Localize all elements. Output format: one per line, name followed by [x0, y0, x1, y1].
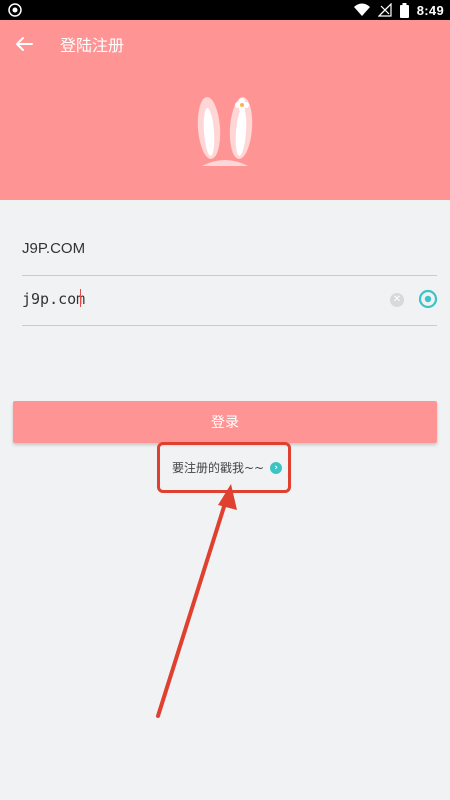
wifi-icon — [353, 3, 370, 16]
password-field[interactable]: ✕ — [22, 276, 438, 326]
bunny-ears-logo — [197, 97, 253, 166]
status-icons: 8:49 — [353, 0, 444, 20]
page-title: 登陆注册 — [60, 36, 125, 55]
header: 登陆注册 — [0, 20, 450, 200]
back-arrow-icon — [16, 37, 33, 51]
signal-icon — [377, 3, 392, 17]
login-button[interactable]: 登录 — [13, 401, 437, 443]
app-notification-icon — [8, 3, 22, 17]
text-cursor — [80, 289, 81, 307]
status-time: 8:49 — [416, 2, 444, 18]
clear-icon[interactable]: ✕ — [390, 293, 404, 307]
annotation-highlight-box — [157, 442, 291, 493]
account-field[interactable]: J9P.COM — [22, 224, 437, 276]
account-value[interactable]: J9P.COM — [22, 240, 85, 257]
password-input[interactable] — [22, 290, 352, 308]
status-bar: 8:49 — [0, 0, 450, 20]
back-button[interactable] — [10, 30, 38, 58]
battery-icon — [399, 2, 409, 18]
eye-icon[interactable] — [418, 289, 438, 309]
